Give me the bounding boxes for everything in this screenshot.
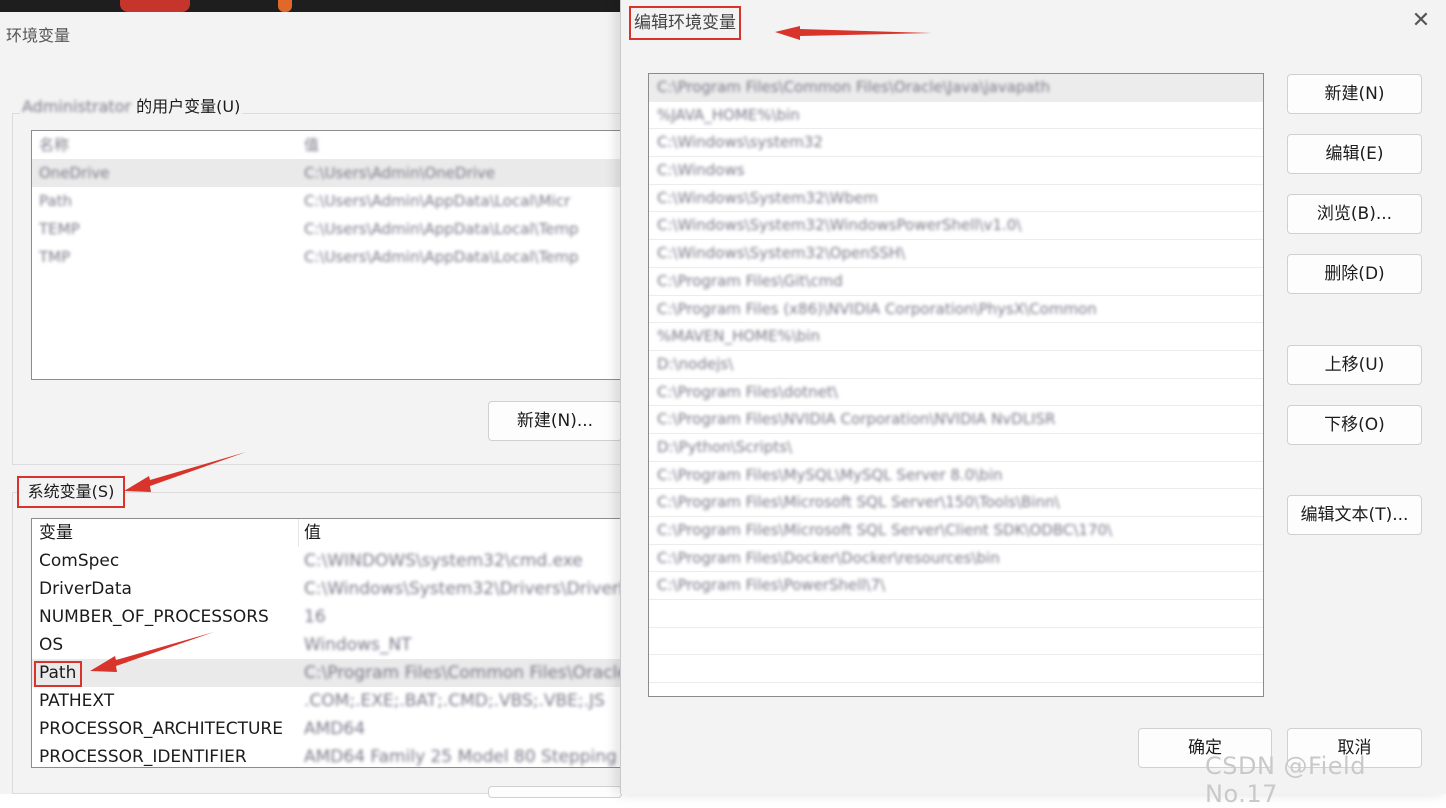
path-entry-text: %JAVA_HOME%\bin xyxy=(657,105,800,124)
table-row[interactable]: Path C:\Users\Admin\AppData\Local\Micr xyxy=(32,187,632,215)
list-item[interactable]: C:\Windows xyxy=(649,157,1263,185)
list-item[interactable]: C:\Program Files\dotnet\ xyxy=(649,379,1263,407)
column-header-value[interactable]: 值 xyxy=(304,519,624,547)
list-item[interactable]: C:\Windows\System32\Wbem xyxy=(649,185,1263,213)
taskbar-app-icon xyxy=(120,0,190,12)
list-item[interactable]: C:\Program Files\MySQL\MySQL Server 8.0\… xyxy=(649,462,1263,490)
column-header-name[interactable]: 变量 xyxy=(39,519,73,547)
table-row-path[interactable]: Path C:\Program Files\Common Files\Oracl… xyxy=(32,659,632,687)
empty-list-item[interactable] xyxy=(649,655,1263,684)
path-entry-text: C:\Program Files\Docker\Docker\resources… xyxy=(657,548,1000,567)
path-entry-text: C:\Program Files (x86)\NVIDIA Corporatio… xyxy=(657,299,1097,318)
path-entry-text: C:\Windows\system32 xyxy=(657,133,823,152)
watermark: CSDN @Field No.17 xyxy=(1205,752,1366,808)
move-down-button[interactable]: 下移(O) xyxy=(1287,405,1422,445)
empty-list-item[interactable] xyxy=(649,683,1263,696)
path-entry-text: C:\Windows\System32\Wbem xyxy=(657,188,878,207)
desktop-strip xyxy=(0,0,620,12)
list-item[interactable]: C:\Windows\System32\OpenSSH\ xyxy=(649,240,1263,268)
path-entry-text: C:\Windows\System32\OpenSSH\ xyxy=(657,244,906,263)
system-variables-list[interactable]: 变量 值 ComSpec C:\WINDOWS\system32\cmd.exe… xyxy=(31,518,633,768)
table-row[interactable]: TMP C:\Users\Admin\AppData\Local\Temp xyxy=(32,243,632,271)
list-item[interactable]: C:\Program Files (x86)\NVIDIA Corporatio… xyxy=(649,296,1263,324)
delete-button[interactable]: 删除(D) xyxy=(1287,254,1422,294)
list-header: 名称 值 xyxy=(39,136,320,154)
list-item[interactable]: C:\Program Files\Docker\Docker\resources… xyxy=(649,545,1263,573)
table-row[interactable]: TEMP C:\Users\Admin\AppData\Local\Temp xyxy=(32,215,632,243)
column-separator[interactable] xyxy=(298,519,299,547)
move-up-button[interactable]: 上移(U) xyxy=(1287,345,1422,385)
empty-list-item[interactable] xyxy=(649,628,1263,656)
edit-text-button[interactable]: 编辑文本(T)... xyxy=(1287,495,1422,535)
list-item[interactable]: %JAVA_HOME%\bin xyxy=(649,102,1263,130)
path-entry-text: %MAVEN_HOME%\bin xyxy=(657,327,820,346)
new-button[interactable]: 新建(N) xyxy=(1287,74,1422,114)
list-item[interactable]: C:\Program Files\Common Files\Oracle\Jav… xyxy=(649,74,1263,102)
system-variables-label: 系统变量(S) xyxy=(17,476,125,508)
table-row[interactable]: PROCESSOR_ARCHITECTURE AMD64 xyxy=(32,715,632,743)
path-entry-text: C:\Windows\System32\WindowsPowerShell\v1… xyxy=(657,216,1022,235)
table-row[interactable]: ComSpec C:\WINDOWS\system32\cmd.exe xyxy=(32,547,632,575)
list-item[interactable]: C:\Program Files\Microsoft SQL Server\Cl… xyxy=(649,517,1263,545)
close-icon[interactable]: ✕ xyxy=(1408,8,1434,34)
list-header: 变量 值 xyxy=(32,519,632,547)
redacted-username: Administrator xyxy=(22,97,132,116)
path-entry-text: C:\Program Files\Common Files\Oracle\Jav… xyxy=(657,78,1051,96)
path-entries-list[interactable]: C:\Program Files\Common Files\Oracle\Jav… xyxy=(648,73,1264,697)
list-item[interactable]: D:\nodejs\ xyxy=(649,351,1263,379)
table-row[interactable]: PROCESSOR_IDENTIFIER AMD64 Family 25 Mod… xyxy=(32,743,632,767)
edit-button[interactable]: 编辑(E) xyxy=(1287,134,1422,174)
table-row[interactable]: OS Windows_NT xyxy=(32,631,632,659)
window-title: 环境变量 xyxy=(6,26,71,45)
list-item[interactable]: C:\Program Files\Microsoft SQL Server\15… xyxy=(649,489,1263,517)
taskbar-app-icon xyxy=(278,0,292,12)
path-entry-text: C:\Program Files\dotnet\ xyxy=(657,382,838,401)
system-new-button[interactable] xyxy=(488,786,622,798)
user-variables-list[interactable]: 名称 值 OneDrive C:\Users\Admin\OneDrive Pa… xyxy=(31,130,633,380)
user-variables-label: Administrator 的用户变量(U) xyxy=(20,93,243,117)
table-row[interactable]: OneDrive C:\Users\Admin\OneDrive xyxy=(32,159,632,187)
user-new-button[interactable]: 新建(N)... xyxy=(488,401,622,441)
list-item[interactable]: C:\Windows\System32\WindowsPowerShell\v1… xyxy=(649,212,1263,241)
table-row[interactable]: PATHEXT .COM;.EXE;.BAT;.CMD;.VBS;.VBE;.J… xyxy=(32,687,632,715)
path-entry-text: C:\Program Files\PowerShell\7\ xyxy=(657,576,886,595)
dialog-title: 编辑环境变量 xyxy=(629,6,741,40)
empty-list-item[interactable] xyxy=(649,600,1263,628)
path-entry-text: C:\Program Files\Microsoft SQL Server\15… xyxy=(657,493,1060,512)
path-entry-text: C:\Program Files\Microsoft SQL Server\Cl… xyxy=(657,521,1113,539)
browse-button[interactable]: 浏览(B)... xyxy=(1287,194,1422,234)
path-entry-text: C:\Windows xyxy=(657,161,745,180)
table-row[interactable]: NUMBER_OF_PROCESSORS 16 xyxy=(32,603,632,631)
list-item[interactable]: C:\Program Files\Git\cmd xyxy=(649,268,1263,296)
list-item[interactable]: C:\Program Files\NVIDIA Corporation\NVID… xyxy=(649,406,1263,434)
list-item[interactable]: %MAVEN_HOME%\bin xyxy=(649,323,1263,351)
list-item[interactable]: D:\Python\Scripts\ xyxy=(649,434,1263,462)
list-item[interactable]: C:\Windows\system32 xyxy=(649,129,1263,158)
path-entry-text: C:\Program Files\Git\cmd xyxy=(657,271,843,290)
path-entry-text: D:\Python\Scripts\ xyxy=(657,437,793,456)
path-entry-text: C:\Program Files\NVIDIA Corporation\NVID… xyxy=(657,410,1056,429)
list-item[interactable]: C:\Program Files\PowerShell\7\ xyxy=(649,572,1263,601)
path-entry-text: D:\nodejs\ xyxy=(657,354,734,373)
table-row[interactable]: DriverData C:\Windows\System32\Drivers\D… xyxy=(32,575,632,603)
path-entry-text: C:\Program Files\MySQL\MySQL Server 8.0\… xyxy=(657,465,1003,484)
